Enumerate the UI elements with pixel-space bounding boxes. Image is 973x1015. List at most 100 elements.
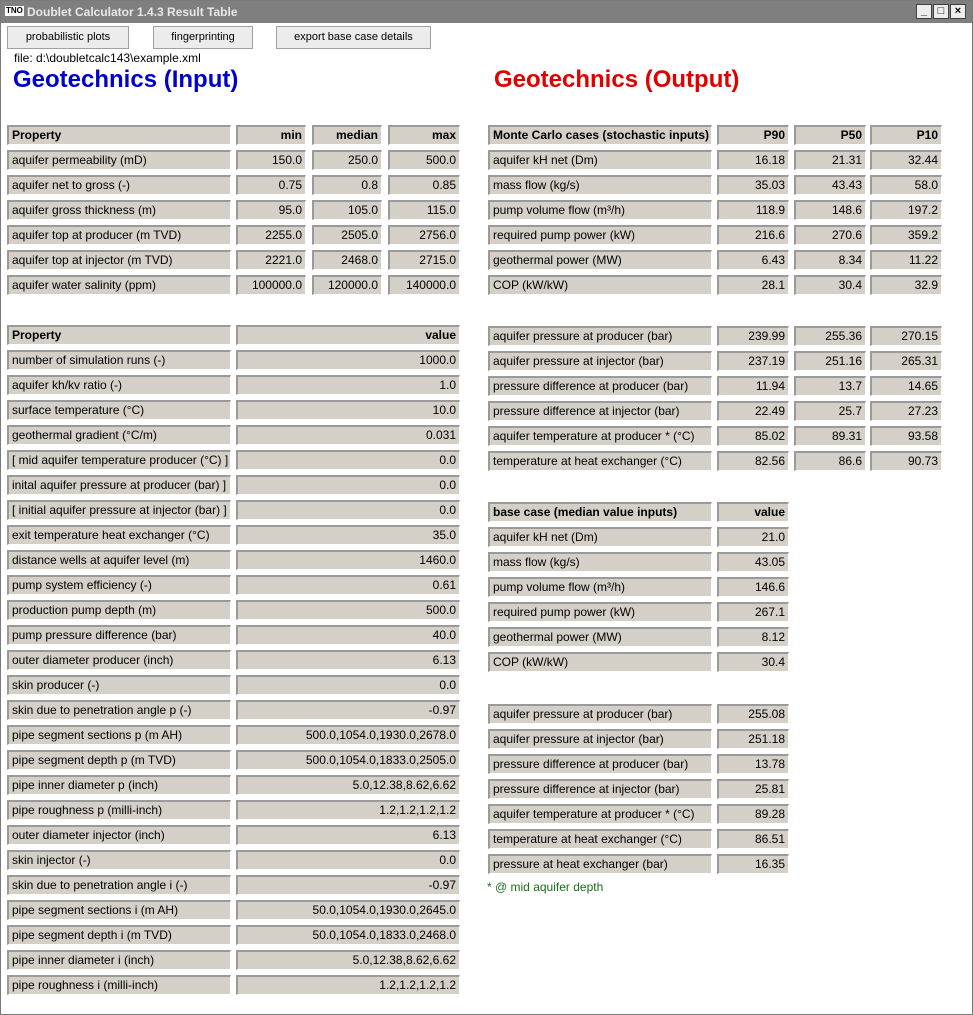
- input-params-row-label: pipe segment sections p (m AH): [7, 725, 231, 745]
- base-case-pressure-row-value: 16.35: [717, 854, 789, 874]
- monte-carlo-pressure-row-value: 93.58: [870, 426, 942, 446]
- input-params-row-value: 500.0: [236, 600, 460, 620]
- input-table-row-label: aquifer top at injector (m TVD): [7, 250, 231, 270]
- monte-carlo-row-value: 6.43: [717, 250, 789, 270]
- input-params-row-value: 0.0: [236, 475, 460, 495]
- monte-carlo-row-value: 118.9: [717, 200, 789, 220]
- input-params-row-label: pipe segment sections i (m AH): [7, 900, 231, 920]
- base-case-pressure-row-label: aquifer temperature at producer * (°C): [488, 804, 712, 824]
- monte-carlo-row-label: pump volume flow (m³/h): [488, 200, 712, 220]
- input-table-header-cell: max: [388, 125, 460, 145]
- monte-carlo-row-value: 11.22: [870, 250, 942, 270]
- input-params-row-value: 40.0: [236, 625, 460, 645]
- input-params-header-cell: value: [236, 325, 460, 345]
- monte-carlo-pressure-row-label: aquifer pressure at producer (bar): [488, 326, 712, 346]
- input-params-row-value: 500.0,1054.0,1930.0,2678.0: [236, 725, 460, 745]
- base-case-row-label: mass flow (kg/s): [488, 552, 712, 572]
- input-params-row-value: -0.97: [236, 875, 460, 895]
- input-table-row-value: 500.0: [388, 150, 460, 170]
- probabilistic-plots-button[interactable]: probabilistic plots: [7, 26, 129, 49]
- input-params-row-value: 1000.0: [236, 350, 460, 370]
- base-case-row-label: required pump power (kW): [488, 602, 712, 622]
- monte-carlo-pressure-row-value: 90.73: [870, 451, 942, 471]
- base-case-row-value: 30.4: [717, 652, 789, 672]
- input-table-row-value: 2756.0: [388, 225, 460, 245]
- base-case-row-value: 21.0: [717, 527, 789, 547]
- input-table-row-value: 115.0: [388, 200, 460, 220]
- input-table-header-cell: median: [312, 125, 382, 145]
- input-table-row-value: 150.0: [236, 150, 306, 170]
- input-table-row-value: 0.8: [312, 175, 382, 195]
- input-params-row-label: skin due to penetration angle i (-): [7, 875, 231, 895]
- input-params-row-label: pipe segment depth p (m TVD): [7, 750, 231, 770]
- input-params-row-label: pump system efficiency (-): [7, 575, 231, 595]
- input-params-row-label: production pump depth (m): [7, 600, 231, 620]
- input-params-row-label: pipe roughness p (milli-inch): [7, 800, 231, 820]
- monte-carlo-row-value: 148.6: [794, 200, 866, 220]
- monte-carlo-row-value: 197.2: [870, 200, 942, 220]
- input-params-row-label: [ initial aquifer pressure at injector (…: [7, 500, 231, 520]
- input-params-row-value: 0.031: [236, 425, 460, 445]
- input-params-row-label: [ mid aquifer temperature producer (°C) …: [7, 450, 231, 470]
- input-table-row-value: 2255.0: [236, 225, 306, 245]
- base-case-row-value: 146.6: [717, 577, 789, 597]
- monte-carlo-header-cell: P10: [870, 125, 942, 145]
- base-case-pressure-row-label: temperature at heat exchanger (°C): [488, 829, 712, 849]
- input-params-row-label: skin producer (-): [7, 675, 231, 695]
- minimize-button[interactable]: _: [916, 4, 932, 19]
- input-params-row-label: pipe roughness i (milli-inch): [7, 975, 231, 995]
- monte-carlo-row-label: mass flow (kg/s): [488, 175, 712, 195]
- monte-carlo-row-value: 35.03: [717, 175, 789, 195]
- input-params-row-value: 1460.0: [236, 550, 460, 570]
- input-table-row-value: 140000.0: [388, 275, 460, 295]
- monte-carlo-row-label: required pump power (kW): [488, 225, 712, 245]
- input-params-row-value: 0.61: [236, 575, 460, 595]
- input-table-row-value: 105.0: [312, 200, 382, 220]
- base-case-row-value: 267.1: [717, 602, 789, 622]
- input-params-row-label: distance wells at aquifer level (m): [7, 550, 231, 570]
- input-params-row-value: 0.0: [236, 850, 460, 870]
- input-table-row-label: aquifer top at producer (m TVD): [7, 225, 231, 245]
- fingerprinting-button[interactable]: fingerprinting: [153, 26, 253, 49]
- export-base-case-button[interactable]: export base case details: [276, 26, 431, 49]
- input-table-header-cell: min: [236, 125, 306, 145]
- monte-carlo-row-value: 43.43: [794, 175, 866, 195]
- monte-carlo-pressure-row-value: 255.36: [794, 326, 866, 346]
- monte-carlo-row-value: 270.6: [794, 225, 866, 245]
- input-params-row-label: skin due to penetration angle p (-): [7, 700, 231, 720]
- input-params-row-value: 1.0: [236, 375, 460, 395]
- maximize-button[interactable]: □: [933, 4, 949, 19]
- monte-carlo-pressure-row-value: 13.7: [794, 376, 866, 396]
- monte-carlo-pressure-row-value: 14.65: [870, 376, 942, 396]
- input-table-row-label: aquifer permeability (mD): [7, 150, 231, 170]
- base-case-pressure-row-value: 255.08: [717, 704, 789, 724]
- title-bar[interactable]: TNO Doublet Calculator 1.4.3 Result Tabl…: [1, 1, 972, 23]
- monte-carlo-row-label: aquifer kH net (Dm): [488, 150, 712, 170]
- file-path-label: file: d:\doubletcalc143\example.xml: [14, 51, 201, 65]
- input-table-row-label: aquifer net to gross (-): [7, 175, 231, 195]
- monte-carlo-row-value: 16.18: [717, 150, 789, 170]
- monte-carlo-pressure-row-label: pressure difference at producer (bar): [488, 376, 712, 396]
- input-table-row-value: 2505.0: [312, 225, 382, 245]
- monte-carlo-header-cell: P50: [794, 125, 866, 145]
- close-button[interactable]: ×: [950, 4, 966, 19]
- base-case-pressure-row-label: pressure at heat exchanger (bar): [488, 854, 712, 874]
- input-table-row-value: 2221.0: [236, 250, 306, 270]
- input-table-row-value: 0.75: [236, 175, 306, 195]
- monte-carlo-row-value: 32.44: [870, 150, 942, 170]
- monte-carlo-pressure-row-value: 25.7: [794, 401, 866, 421]
- input-table-row-value: 250.0: [312, 150, 382, 170]
- input-table-row-value: 120000.0: [312, 275, 382, 295]
- base-case-pressure-row-label: aquifer pressure at injector (bar): [488, 729, 712, 749]
- input-table-row-value: 95.0: [236, 200, 306, 220]
- base-case-pressure-row-value: 89.28: [717, 804, 789, 824]
- monte-carlo-pressure-row-value: 85.02: [717, 426, 789, 446]
- input-params-row-label: surface temperature (°C): [7, 400, 231, 420]
- monte-carlo-row-value: 32.9: [870, 275, 942, 295]
- monte-carlo-row-label: geothermal power (MW): [488, 250, 712, 270]
- monte-carlo-pressure-row-value: 22.49: [717, 401, 789, 421]
- monte-carlo-pressure-row-value: 251.16: [794, 351, 866, 371]
- input-heading: Geotechnics (Input): [13, 66, 239, 93]
- input-table-row-value: 2715.0: [388, 250, 460, 270]
- input-params-row-value: 5.0,12.38,8.62,6.62: [236, 950, 460, 970]
